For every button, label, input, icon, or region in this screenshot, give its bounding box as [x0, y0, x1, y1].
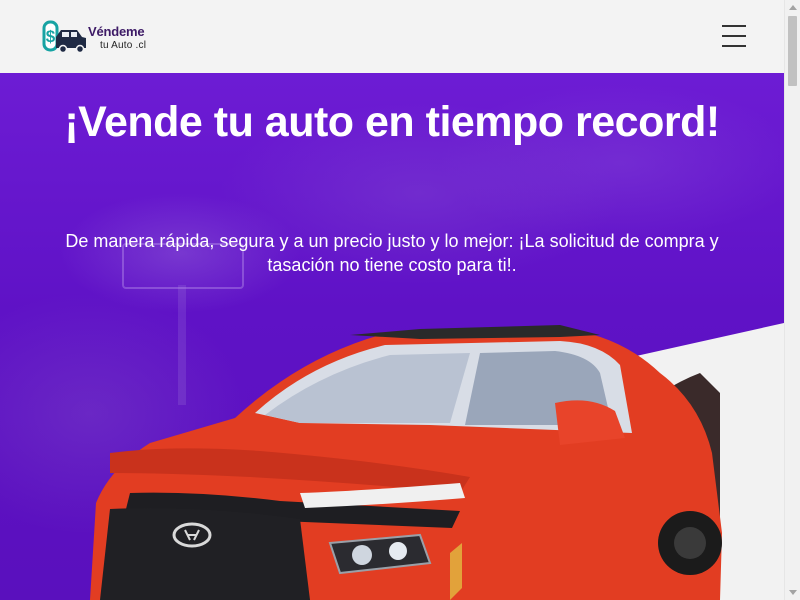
site-logo[interactable]: $ Véndeme tu Auto .cl: [40, 18, 155, 58]
logo-wordmark-top: Véndeme: [88, 24, 145, 39]
hamburger-menu-icon[interactable]: [720, 22, 750, 50]
scrollbar-thumb[interactable]: [788, 16, 797, 86]
red-suv-image: [90, 323, 784, 600]
site-header: $ Véndeme tu Auto .cl: [0, 0, 784, 74]
hero-section: ¡Vende tu auto en tiempo record! De mane…: [0, 73, 784, 600]
logo-wordmark-bottom: tu Auto .cl: [100, 40, 147, 51]
car-dollar-icon: $: [42, 20, 86, 54]
scroll-up-arrow-icon[interactable]: [789, 5, 797, 10]
vertical-scrollbar[interactable]: [784, 0, 800, 600]
scroll-down-arrow-icon[interactable]: [789, 590, 797, 595]
svg-text:$: $: [46, 27, 56, 46]
